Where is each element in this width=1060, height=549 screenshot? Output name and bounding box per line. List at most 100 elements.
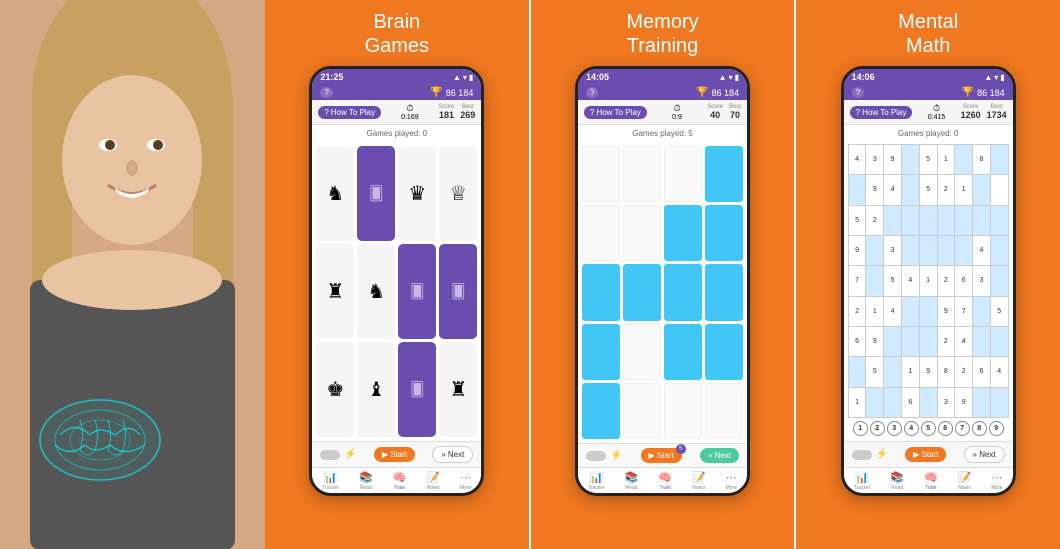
how-to-play-2[interactable]: ? How To Play <box>584 106 647 119</box>
start-badge-2: 5 <box>676 444 686 454</box>
nav-tab-train-2[interactable]: 🧠 Train <box>658 471 672 491</box>
nav-tab-train-1[interactable]: 🧠 Train <box>393 471 407 491</box>
toggle-3[interactable] <box>852 450 872 460</box>
trophy-score-2: 🏆 86 184 <box>696 87 739 98</box>
nav-tab-more-1[interactable]: ⋯ More <box>460 471 471 491</box>
mc-4-0 <box>582 383 620 439</box>
time-3: 14:06 <box>852 72 875 82</box>
nav-tab-more-2[interactable]: ⋯ More <box>726 471 737 491</box>
memory-grid <box>578 142 747 443</box>
num-5[interactable]: 5 <box>921 421 936 436</box>
mc-3-1 <box>623 324 661 380</box>
num-6[interactable]: 6 <box>938 421 953 436</box>
score-area-1: Score 181 Best 269 <box>439 104 476 120</box>
question-icon-2: ? <box>586 87 598 98</box>
num-8[interactable]: 8 <box>972 421 987 436</box>
score-val-3: 1260 <box>961 110 981 120</box>
start-button-1[interactable]: ▶ Start <box>374 447 415 462</box>
mc-0-2 <box>664 146 702 202</box>
memory-training-panel: Memory Training 14:05 ▲ ▾ ▮ ? 🏆 86 184 ?… <box>531 0 795 549</box>
trophy-icon-2: 🏆 <box>696 87 708 98</box>
start-button-3[interactable]: ▶ Start <box>905 447 946 462</box>
sudoku-row-4: 75 412 63 <box>848 266 1008 296</box>
bottom-controls-3: ⚡ <box>852 449 888 460</box>
start-btn-wrap-2: ▶ Start 5 <box>641 448 682 463</box>
chess-cell-2: ♛ <box>398 146 436 241</box>
brain-games-phone: 21:25 ▲ ▾ ▮ ? 🏆 86 184 ? How To Play ⏱ 0… <box>309 66 484 496</box>
chess-cell-4: ♜ <box>316 244 354 339</box>
read-icon-1: 📚 <box>359 471 373 484</box>
nav-tab-read-1[interactable]: 📚 Read <box>359 471 373 491</box>
sudoku-row-0: 439 51 8 <box>848 145 1008 175</box>
score-display-3: 86 184 <box>977 88 1005 98</box>
best-val-2: 70 <box>730 110 740 120</box>
mc-3-3 <box>705 324 743 380</box>
num-1[interactable]: 1 <box>853 421 868 436</box>
num-7[interactable]: 7 <box>955 421 970 436</box>
train-icon-3: 🧠 <box>924 471 938 484</box>
more-icon-2: ⋯ <box>726 471 737 484</box>
mc-1-2 <box>664 205 702 261</box>
more-icon-1: ⋯ <box>460 471 471 484</box>
read-icon-3: 📚 <box>890 471 904 484</box>
mc-1-0 <box>582 205 620 261</box>
brain-games-title: Brain Games <box>365 10 429 58</box>
nav-tab-tracker-2[interactable]: 📊 Tracker <box>588 471 605 491</box>
nav-tab-notes-1[interactable]: 📝 Notes <box>426 471 440 491</box>
num-9[interactable]: 9 <box>989 421 1004 436</box>
battery-icon-3: ▮ <box>1000 73 1004 82</box>
next-button-3[interactable]: » Next <box>964 446 1005 463</box>
games-played-2: Games played: 5 <box>578 125 747 142</box>
memory-content <box>578 142 747 443</box>
timer-value-2: 0:9 <box>672 114 682 121</box>
next-button-1[interactable]: » Next <box>432 446 473 463</box>
how-to-play-3[interactable]: ? How To Play <box>850 106 913 119</box>
mc-0-0 <box>582 146 620 202</box>
status-bar-1: 21:25 ▲ ▾ ▮ <box>312 69 481 85</box>
mc-0-1 <box>623 146 661 202</box>
trophy-icon-1: 🏆 <box>430 87 442 98</box>
train-icon-1: 🧠 <box>393 471 407 484</box>
how-to-play-1[interactable]: ? How To Play <box>318 106 381 119</box>
mental-math-panel: Mental Math 14:06 ▲ ▾ ▮ ? 🏆 86 184 ? How… <box>796 0 1060 549</box>
status-icons-3: ▲ ▾ ▮ <box>984 73 1004 82</box>
tracker-icon-1: 📊 <box>324 471 338 484</box>
next-button-2[interactable]: » Next <box>700 448 739 463</box>
mc-0-3 <box>705 146 743 202</box>
toggle-1[interactable] <box>320 450 340 460</box>
num-4[interactable]: 4 <box>904 421 919 436</box>
nav-tab-train-3[interactable]: 🧠 Train <box>924 471 938 491</box>
status-icons-1: ▲ ▾ ▮ <box>453 73 473 82</box>
num-2[interactable]: 2 <box>870 421 885 436</box>
trophy-bar-1: ? 🏆 86 184 <box>312 85 481 100</box>
timer-value-1: 0:169 <box>401 114 419 121</box>
wifi-icon-2: ▾ <box>729 73 733 82</box>
mc-1-1 <box>623 205 661 261</box>
mc-2-1 <box>623 264 661 320</box>
chess-cell-6: 🂠 <box>398 244 436 339</box>
timer-3: ⏱ 0:415 <box>928 103 946 121</box>
nav-tab-tracker-3[interactable]: 📊 Tracker <box>854 471 871 491</box>
status-bar-3: 14:06 ▲ ▾ ▮ <box>844 69 1013 85</box>
sudoku-row-3: 93 4 <box>848 235 1008 265</box>
score-area-2: Score 40 Best 70 <box>707 104 741 120</box>
num-3[interactable]: 3 <box>887 421 902 436</box>
nav-tab-tracker-1[interactable]: 📊 Tracker <box>322 471 339 491</box>
signal-icon-2: ▲ <box>719 73 727 82</box>
nav-tab-more-3[interactable]: ⋯ More <box>991 471 1002 491</box>
nav-tab-notes-3[interactable]: 📝 Notes <box>958 471 972 491</box>
score-val-2: 40 <box>710 110 720 120</box>
bolt-icon-3: ⚡ <box>876 449 888 460</box>
chess-cell-5: ♞ <box>357 244 395 339</box>
help-bar-3: ? How To Play ⏱ 0:415 Score 1260 Best 17… <box>844 100 1013 125</box>
nav-tab-read-3[interactable]: 📚 Read <box>890 471 904 491</box>
question-icon-3: ? <box>852 87 864 98</box>
best-val-1: 269 <box>460 110 475 120</box>
nav-tab-read-2[interactable]: 📚 Read <box>625 471 639 491</box>
best-val-3: 1734 <box>987 110 1007 120</box>
chess-cell-9: ♝ <box>357 342 395 437</box>
mc-4-3 <box>705 383 743 439</box>
toggle-2[interactable] <box>586 451 606 461</box>
score-val-1: 181 <box>439 110 454 120</box>
nav-tab-notes-2[interactable]: 📝 Notes <box>692 471 706 491</box>
